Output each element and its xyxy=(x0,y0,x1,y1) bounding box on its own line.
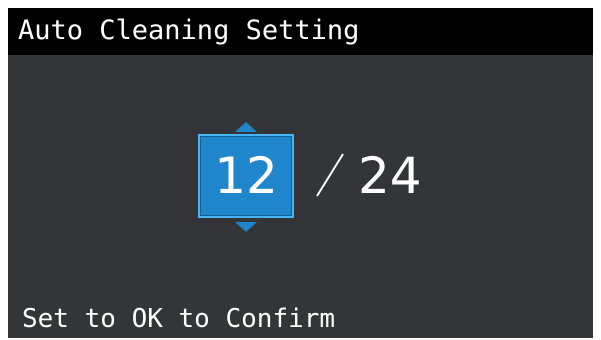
arrow-up-icon[interactable] xyxy=(235,122,257,132)
lcd-screen: Auto Cleaning Setting 12 24 Set to OK to… xyxy=(8,8,593,338)
value-selector[interactable]: 12 xyxy=(198,134,294,218)
confirm-hint: Set to OK to Confirm xyxy=(22,304,336,334)
arrow-down-icon[interactable] xyxy=(235,222,257,232)
page-title: Auto Cleaning Setting xyxy=(18,15,360,46)
total-value: 24 xyxy=(358,147,422,205)
title-bar: Auto Cleaning Setting xyxy=(8,8,593,55)
selected-value: 12 xyxy=(214,147,278,205)
slash-icon xyxy=(316,153,344,197)
